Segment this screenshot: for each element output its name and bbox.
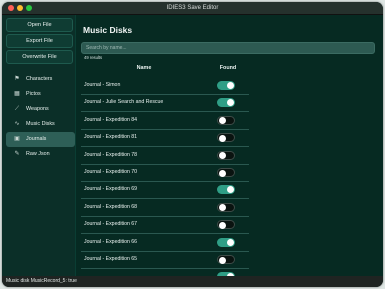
- table-row: Journal - Expedition 84: [81, 112, 249, 130]
- found-toggle[interactable]: [217, 81, 235, 90]
- table-header: Name Found: [81, 65, 249, 75]
- table-row: Journal - Expedition 68: [81, 199, 249, 217]
- sidebar-item-label: Pictos: [26, 91, 41, 97]
- table-row: Journal - Expedition 70: [81, 164, 249, 182]
- table-row: Journal - Expedition 67: [81, 216, 249, 235]
- main-panel: Music Disks 49 results Name Found Journa…: [76, 15, 383, 276]
- sidebar-item-journals[interactable]: ▣ Journals: [6, 132, 75, 147]
- found-toggle[interactable]: [217, 237, 235, 247]
- table-row: Journal - Expedition 66: [81, 234, 249, 252]
- toggle-knob: [219, 152, 226, 160]
- table-row: Journal - Expedition 78: [81, 147, 249, 165]
- column-header-found[interactable]: Found: [207, 65, 249, 71]
- row-name: Journal - Expedition 84: [84, 116, 138, 123]
- found-toggle[interactable]: [217, 115, 235, 125]
- row-name: Journal - Expedition 70: [84, 169, 138, 175]
- sidebar-item-label: Journals: [26, 136, 47, 142]
- table-row: Journal - Expedition 69: [81, 181, 249, 200]
- found-toggle[interactable]: [217, 150, 235, 160]
- pictos-icon: ▦: [14, 91, 20, 97]
- row-name: Journal - Expedition 66: [84, 238, 138, 245]
- results-count: 49 results: [84, 55, 103, 60]
- export-file-button[interactable]: Export File: [6, 34, 73, 48]
- row-name: Journal - Expedition 78: [84, 151, 138, 158]
- music-icon: ∿: [14, 121, 20, 127]
- row-name: Journal - Expedition 69: [84, 186, 138, 193]
- weapons-icon: ⟋: [14, 106, 20, 112]
- status-bar: Music disk MusicRecord_5: true: [2, 276, 383, 287]
- found-toggle[interactable]: [217, 220, 235, 230]
- table-row: Journal - Simon: [81, 77, 249, 95]
- app-window: IDIES3 Save Editor Open File Export File…: [2, 2, 383, 287]
- sidebar-item-music-disks[interactable]: ∿ Music Disks: [6, 117, 75, 132]
- table-row: [81, 268, 249, 276]
- sidebar: Open File Export File Overwrite File ⚑ Ch…: [2, 15, 76, 276]
- title-bar: IDIES3 Save Editor: [2, 2, 383, 15]
- table-row: Journal - Expedition 65: [81, 251, 249, 269]
- toggle-knob: [227, 186, 234, 194]
- toggle-knob: [227, 99, 234, 107]
- found-toggle[interactable]: [217, 98, 235, 108]
- sidebar-item-pictos[interactable]: ▦ Pictos: [6, 87, 75, 102]
- toggle-knob: [227, 238, 234, 246]
- toggle-knob: [219, 169, 226, 177]
- found-toggle[interactable]: [217, 255, 235, 264]
- window-title: IDIES3 Save Editor: [166, 5, 219, 11]
- sidebar-item-label: Raw Json: [26, 151, 50, 157]
- journals-icon: ▣: [14, 136, 20, 142]
- characters-icon: ⚑: [14, 76, 20, 82]
- sidebar-item-label: Characters: [26, 76, 53, 82]
- found-toggle[interactable]: [217, 185, 235, 195]
- row-name: Journal - Julie Search and Rescue: [84, 99, 164, 106]
- toggle-knob: [219, 221, 226, 229]
- raw-json-icon: ✎: [14, 151, 20, 157]
- search-input[interactable]: [82, 43, 372, 53]
- sidebar-item-characters[interactable]: ⚑ Characters: [6, 72, 75, 87]
- sidebar-item-label: Weapons: [26, 106, 49, 112]
- found-toggle[interactable]: [217, 202, 235, 212]
- found-toggle[interactable]: [217, 133, 235, 143]
- found-toggle[interactable]: [217, 168, 235, 177]
- overwrite-file-button[interactable]: Overwrite File: [6, 50, 73, 64]
- sidebar-item-label: Music Disks: [26, 121, 55, 127]
- results-table: Journal - Simon Journal - Julie Search an…: [81, 77, 249, 276]
- row-name: Journal - Expedition 68: [84, 203, 138, 210]
- toggle-knob: [219, 256, 226, 264]
- row-name: Journal - Expedition 81: [84, 134, 138, 141]
- column-header-name[interactable]: Name: [81, 65, 207, 71]
- status-text: Music disk MusicRecord_5: true: [6, 278, 77, 284]
- sidebar-item-weapons[interactable]: ⟋ Weapons: [6, 102, 75, 117]
- toggle-knob: [227, 82, 234, 89]
- open-file-button[interactable]: Open File: [6, 18, 73, 32]
- table-row: Journal - Expedition 81: [81, 129, 249, 148]
- toggle-knob: [219, 134, 226, 142]
- sidebar-item-raw-json[interactable]: ✎ Raw Json: [6, 147, 75, 162]
- row-name: Journal - Expedition 67: [84, 221, 138, 228]
- page-title: Music Disks: [83, 25, 133, 35]
- row-name: Journal - Simon: [84, 82, 121, 88]
- row-name: Journal - Expedition 65: [84, 256, 138, 262]
- toggle-knob: [219, 117, 226, 125]
- search-box[interactable]: [81, 42, 375, 54]
- toggle-knob: [219, 204, 226, 212]
- table-row: Journal - Julie Search and Rescue: [81, 94, 249, 113]
